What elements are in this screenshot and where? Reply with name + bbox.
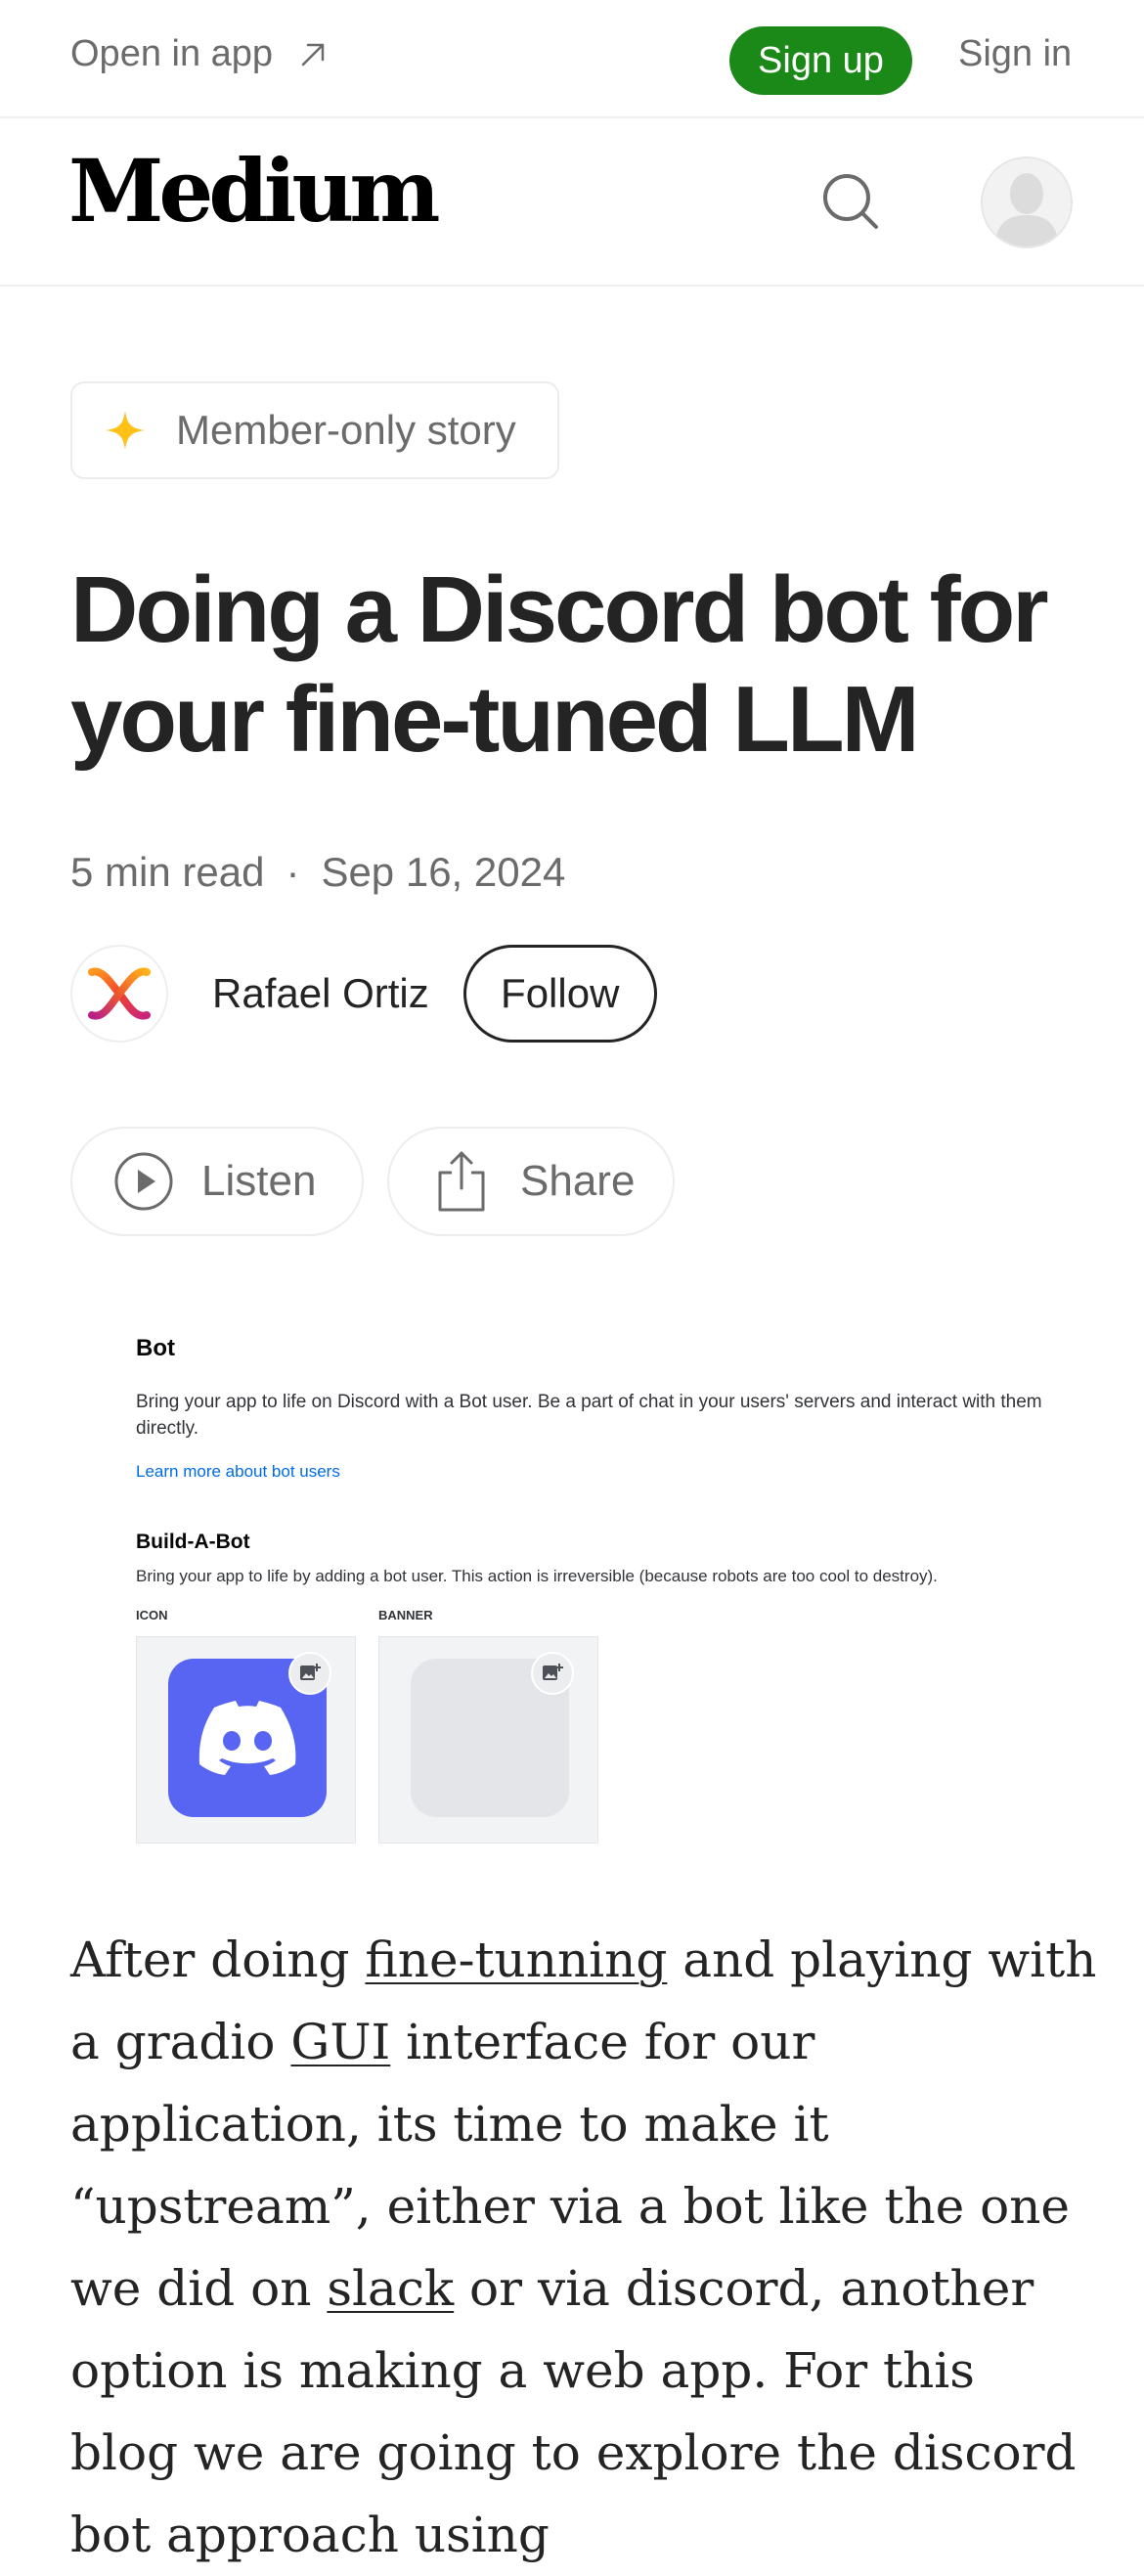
figure-description: Bring your app to life on Discord with a… (136, 1392, 1042, 1439)
figure-subdescription: Bring your app to life by adding a bot u… (136, 1567, 938, 1585)
listen-label: Listen (201, 1157, 317, 1205)
meta-separator: · (286, 849, 300, 895)
site-header: Medium (0, 118, 1144, 287)
publish-date: Sep 16, 2024 (321, 849, 566, 895)
figure-banner-caption: BANNER (378, 1608, 433, 1622)
figure-subheading: Build-A-Bot (136, 1531, 250, 1553)
external-arrow-icon (301, 43, 325, 66)
gui-link[interactable]: GUI (290, 2014, 390, 2070)
share-label: Share (520, 1157, 636, 1205)
figure-icon-caption: ICON (136, 1608, 168, 1622)
search-icon (823, 174, 878, 229)
body-text-segment: After doing (70, 1932, 366, 1988)
member-only-badge: Member-only story (70, 381, 559, 479)
image-upload-icon (288, 1652, 331, 1695)
author-logo-icon (88, 967, 151, 1020)
search-button[interactable] (817, 168, 884, 235)
article-meta: 5 min read · Sep 16, 2024 (70, 849, 565, 896)
image-upload-icon (531, 1652, 574, 1695)
author-row: Rafael Ortiz Follow (70, 945, 657, 1043)
article-figure: Bot Bring your app to life on Discord wi… (119, 1310, 1076, 1843)
member-only-label: Member-only story (176, 407, 516, 453)
open-in-app-label: Open in app (70, 33, 274, 74)
figure-learn-more-link: Learn more about bot users (136, 1462, 340, 1481)
app-banner: Open in app Sign up Sign in (0, 0, 1144, 118)
figure-icon-box (136, 1636, 356, 1843)
share-icon (438, 1151, 485, 1212)
sign-in-link[interactable]: Sign in (958, 33, 1072, 75)
listen-button[interactable]: Listen (70, 1127, 364, 1236)
author-name[interactable]: Rafael Ortiz (212, 970, 429, 1017)
medium-logo[interactable]: Medium (68, 148, 440, 234)
play-circle-icon (114, 1152, 173, 1211)
sparkle-star-icon (106, 411, 145, 450)
share-button[interactable]: Share (387, 1127, 675, 1236)
read-time: 5 min read (70, 849, 265, 895)
follow-button[interactable]: Follow (462, 945, 657, 1043)
open-in-app-link[interactable]: Open in app (70, 33, 328, 75)
article-body-paragraph: After doing fine-tunning and playing wit… (70, 1919, 1097, 2576)
figure-banner-box (378, 1636, 598, 1843)
figure-heading: Bot (136, 1335, 175, 1361)
author-avatar[interactable] (70, 945, 168, 1043)
slack-link[interactable]: slack (327, 2260, 454, 2317)
fine-tunning-link[interactable]: fine-tunning (365, 1932, 667, 1988)
sign-up-button[interactable]: Sign up (729, 26, 912, 95)
article-title: Doing a Discord bot for your fine-tuned … (70, 557, 1049, 772)
user-avatar-button[interactable] (981, 156, 1073, 248)
default-avatar-icon (983, 158, 1071, 246)
